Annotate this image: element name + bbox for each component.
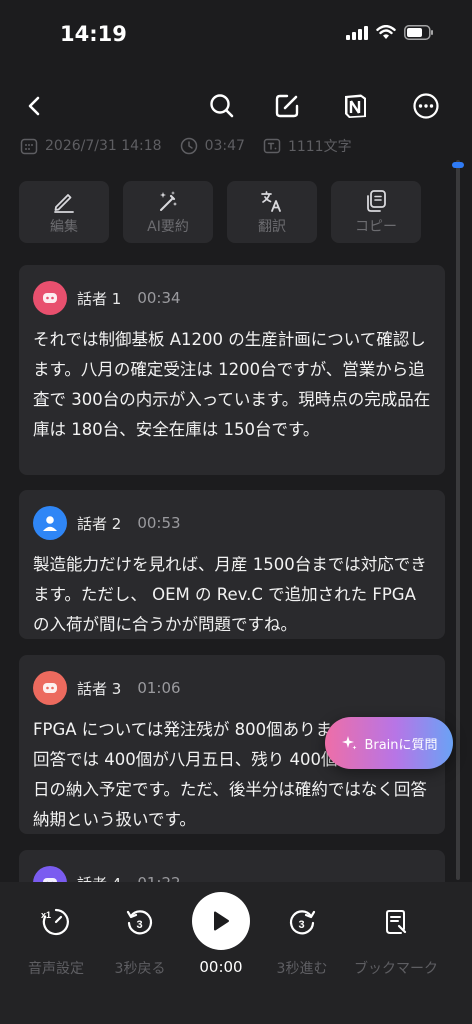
- speaker-name: 話者 1: [77, 289, 122, 308]
- ask-brain-label: Brainに質問: [364, 737, 438, 753]
- back-button[interactable]: [16, 88, 52, 124]
- signal-icon: [346, 25, 368, 40]
- status-bar: 14:19: [0, 0, 472, 70]
- copy-label: コピー: [355, 218, 397, 235]
- text-count-icon: [263, 138, 281, 154]
- rewind-label: 3秒戻る: [114, 961, 166, 977]
- translate-button[interactable]: 翻訳: [227, 181, 317, 243]
- copy-icon: [367, 189, 386, 212]
- ai-summary-label: AI要約: [147, 218, 189, 235]
- forward-3s-button[interactable]: 3 3秒進む: [252, 882, 352, 978]
- card-header: 話者 2 00:53: [33, 506, 431, 540]
- status-time: 14:19: [60, 22, 127, 46]
- play-icon: [214, 911, 229, 931]
- timestamp[interactable]: 01:06: [137, 679, 180, 697]
- notion-logo-icon: [345, 94, 366, 118]
- avatar: [33, 671, 67, 705]
- ask-brain-button[interactable]: Brainに質問: [325, 717, 453, 769]
- search-button[interactable]: [204, 88, 240, 124]
- battery-icon: [404, 25, 433, 40]
- speedometer-icon: x1: [41, 908, 69, 936]
- status-icons: [346, 25, 434, 40]
- robot-face-icon: [43, 683, 57, 693]
- scrollbar-track[interactable]: [456, 160, 460, 880]
- meta-chars: 1111文字: [263, 136, 352, 156]
- playback-time: 00:00: [199, 958, 243, 976]
- copy-button[interactable]: コピー: [331, 181, 421, 243]
- speaker-name: 話者 2: [77, 514, 122, 533]
- edit-button[interactable]: 編集: [19, 181, 109, 243]
- pencil-icon: [54, 193, 74, 213]
- wifi-icon: [376, 25, 396, 39]
- robot-face-icon: [43, 293, 57, 303]
- more-button[interactable]: [408, 88, 444, 124]
- calendar-icon: [20, 138, 38, 155]
- play-button[interactable]: [192, 892, 250, 950]
- clock-icon: [180, 137, 197, 155]
- bookmark-button[interactable]: ブックマーク: [346, 882, 446, 978]
- meta-date: 2026/7/31 14:18: [20, 137, 162, 155]
- chevron-left-icon: [28, 96, 40, 116]
- user-icon: [43, 516, 57, 531]
- transcript-card[interactable]: 話者 2 00:53 製造能力だけを見れば、月産 1500台までは対応できます。…: [19, 490, 445, 639]
- speed-badge: x1: [41, 910, 51, 920]
- sparkle-icon: [342, 736, 357, 750]
- voice-settings-label: 音声設定: [28, 961, 84, 977]
- transcript-card[interactable]: 話者 1 00:34 それでは制御基板 A1200 の生産計画について確認します…: [19, 265, 445, 475]
- avatar: [33, 506, 67, 540]
- edit-note-button[interactable]: [269, 88, 305, 124]
- bookmark-label: ブックマーク: [354, 961, 438, 977]
- meta-duration-text: 03:47: [204, 138, 245, 154]
- transcript-text: 製造能力だけを見れば、月産 1500台までは対応できます。ただし、 OEM の …: [33, 555, 427, 634]
- translate-icon: [261, 190, 281, 212]
- edit-note-icon: [275, 94, 299, 118]
- ai-summary-button[interactable]: AI要約: [123, 181, 213, 243]
- bookmark-note-icon: [386, 910, 407, 934]
- audio-player-bar: x1 音声設定 3 3秒戻る 00:00 3 3秒進む ブックマーク: [0, 882, 472, 1024]
- card-header: 話者 3 01:06: [33, 671, 431, 705]
- rewind-seconds: 3: [137, 919, 143, 931]
- timestamp[interactable]: 00:34: [137, 289, 180, 307]
- meta-duration: 03:47: [180, 137, 245, 155]
- meta-chars-text: 1111文字: [287, 139, 352, 155]
- timestamp[interactable]: 00:53: [137, 514, 180, 532]
- recording-meta: 2026/7/31 14:18 03:47 1111文字: [20, 136, 352, 156]
- meta-date-text: 2026/7/31 14:18: [45, 138, 162, 154]
- scrollbar-thumb[interactable]: [452, 162, 464, 168]
- forward-label: 3秒進む: [276, 961, 328, 977]
- speaker-name: 話者 3: [77, 679, 122, 698]
- action-bar: 編集 AI要約 翻訳 コピー: [19, 181, 421, 243]
- forward-icon: 3: [289, 910, 316, 935]
- avatar: [33, 281, 67, 315]
- card-header: 話者 1 00:34: [33, 281, 431, 315]
- more-icon: [413, 93, 439, 119]
- edit-label: 編集: [50, 218, 78, 235]
- search-icon: [210, 94, 234, 118]
- magic-wand-icon: [160, 190, 177, 211]
- rewind-icon: 3: [126, 910, 153, 935]
- forward-seconds: 3: [299, 919, 305, 931]
- top-nav: [0, 80, 472, 132]
- translate-label: 翻訳: [258, 218, 286, 235]
- notion-button[interactable]: [337, 88, 373, 124]
- transcript-text: それでは制御基板 A1200 の生産計画について確認します。八月の確定受注は 1…: [33, 330, 431, 439]
